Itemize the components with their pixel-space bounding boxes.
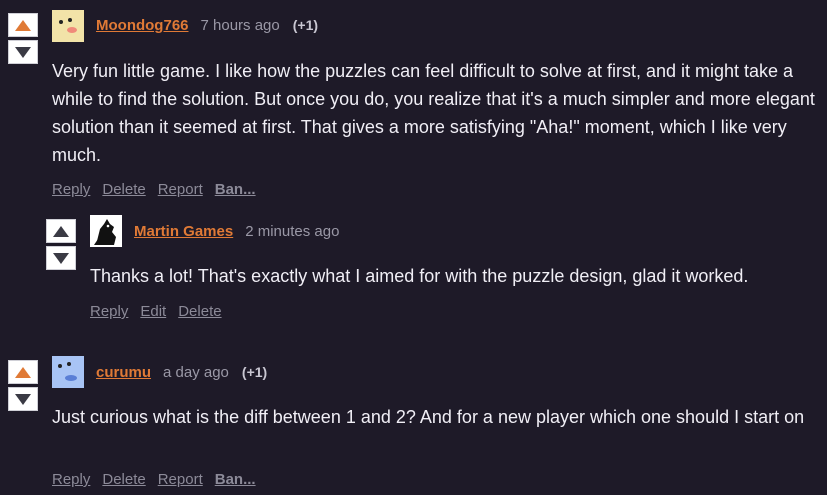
vote-controls (46, 219, 76, 270)
ban-link[interactable]: Ban... (215, 471, 256, 488)
upvote-button[interactable] (46, 219, 76, 243)
score-badge: (+1) (292, 17, 319, 33)
comment-actions: Reply Edit Delete (90, 303, 222, 320)
report-link[interactable]: Report (158, 471, 203, 488)
vote-controls (8, 13, 38, 64)
avatar[interactable] (90, 215, 122, 247)
ban-link[interactable]: Ban... (215, 181, 256, 198)
comment-header: curumu a day ago (+1) (96, 364, 267, 381)
score-badge: (+1) (241, 364, 268, 380)
delete-link[interactable]: Delete (102, 181, 145, 198)
timestamp: 7 hours ago (200, 17, 280, 34)
comment-text: Thanks a lot! That's exactly what I aime… (90, 266, 749, 286)
comment-header: Martin Games 2 minutes ago (134, 223, 339, 240)
downvote-arrow-icon (15, 393, 31, 405)
edit-link[interactable]: Edit (140, 303, 166, 320)
timestamp: a day ago (163, 364, 229, 381)
downvote-button[interactable] (8, 387, 38, 411)
downvote-button[interactable] (46, 246, 76, 270)
downvote-button[interactable] (8, 40, 38, 64)
upvote-arrow-icon (53, 225, 69, 237)
comment-actions: Reply Delete Report Ban... (52, 471, 256, 488)
report-link[interactable]: Report (158, 181, 203, 198)
avatar[interactable] (52, 10, 84, 42)
upvote-arrow-icon (15, 19, 31, 31)
author-link[interactable]: curumu (96, 364, 151, 381)
upvote-button[interactable] (8, 13, 38, 37)
reply-link[interactable]: Reply (52, 471, 90, 488)
author-link[interactable]: Martin Games (134, 223, 233, 240)
comment-actions: Reply Delete Report Ban... (52, 181, 256, 198)
vote-controls (8, 360, 38, 411)
timestamp: 2 minutes ago (245, 223, 340, 240)
comment-header: Moondog766 7 hours ago (+1) (96, 17, 318, 34)
downvote-arrow-icon (15, 46, 31, 58)
downvote-arrow-icon (53, 252, 69, 264)
avatar[interactable] (52, 356, 84, 388)
delete-link[interactable]: Delete (102, 471, 145, 488)
upvote-arrow-icon (15, 366, 31, 378)
reply-link[interactable]: Reply (90, 303, 128, 320)
reply-link[interactable]: Reply (52, 181, 90, 198)
comment-text: Very fun little game. I like how the puz… (52, 61, 815, 165)
delete-link[interactable]: Delete (178, 303, 221, 320)
author-link[interactable]: Moondog766 (96, 17, 189, 34)
upvote-button[interactable] (8, 360, 38, 384)
comment-text: Just curious what is the diff between 1 … (52, 407, 805, 427)
